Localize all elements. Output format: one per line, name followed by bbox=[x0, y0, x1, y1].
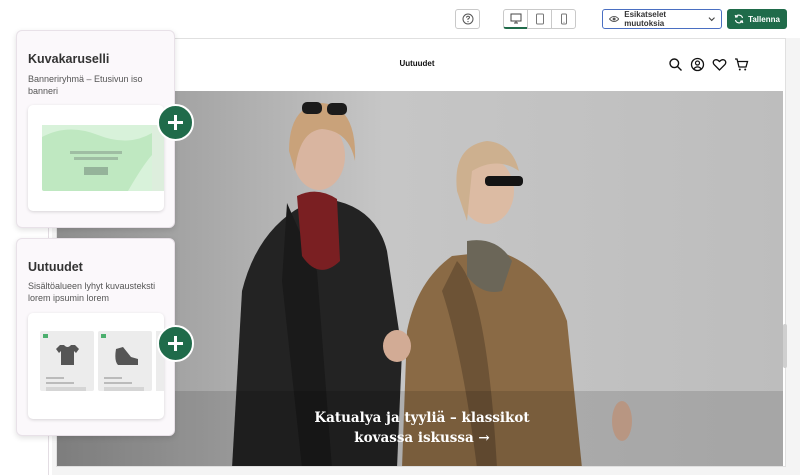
device-switcher bbox=[503, 9, 579, 29]
tablet-icon bbox=[535, 13, 544, 25]
add-carousel-button[interactable] bbox=[157, 104, 194, 141]
card-title: Uutuudet bbox=[28, 260, 83, 274]
component-card-carousel[interactable]: Kuvakaruselli Banneriryhmä – Etusivun is… bbox=[16, 30, 194, 228]
help-button[interactable] bbox=[455, 9, 480, 29]
heart-icon[interactable] bbox=[712, 57, 727, 72]
cart-icon[interactable] bbox=[734, 57, 749, 72]
hero-caption[interactable]: Katualya ja tyyliä – klassikot kovassa i… bbox=[287, 408, 557, 448]
preview-scrollbar[interactable] bbox=[783, 324, 787, 368]
preview-changes-dropdown[interactable]: Esikatselet muutoksia bbox=[602, 9, 722, 29]
desktop-view-button[interactable] bbox=[503, 9, 528, 29]
card-description: Sisältöalueen lyhyt kuvausteksti lorem i… bbox=[28, 281, 156, 303]
mobile-view-button[interactable] bbox=[551, 9, 576, 29]
mobile-icon bbox=[560, 13, 567, 25]
desktop-icon bbox=[510, 13, 521, 24]
save-button[interactable]: Tallenna bbox=[727, 9, 787, 29]
component-card-new-arrivals[interactable]: Uutuudet Sisältöalueen lyhyt kuvaustekst… bbox=[16, 238, 194, 436]
chevron-down-icon bbox=[708, 17, 715, 22]
save-label: Tallenna bbox=[748, 14, 780, 24]
carousel-thumbnail bbox=[28, 105, 164, 211]
plus-icon bbox=[168, 336, 183, 351]
account-icon[interactable] bbox=[690, 57, 705, 72]
eye-icon bbox=[609, 15, 620, 23]
preview-changes-label: Esikatselet muutoksia bbox=[624, 10, 667, 28]
new-arrivals-thumbnail bbox=[28, 313, 164, 419]
question-circle-icon bbox=[462, 13, 473, 25]
save-sync-icon bbox=[734, 14, 744, 24]
add-new-arrivals-button[interactable] bbox=[157, 325, 194, 362]
card-title: Kuvakaruselli bbox=[28, 52, 110, 66]
tablet-view-button[interactable] bbox=[527, 9, 552, 29]
card-description: Banneriryhmä – Etusivun iso banneri bbox=[28, 74, 143, 96]
plus-icon bbox=[168, 115, 183, 130]
search-icon[interactable] bbox=[668, 57, 683, 72]
store-header-icons bbox=[668, 57, 749, 72]
